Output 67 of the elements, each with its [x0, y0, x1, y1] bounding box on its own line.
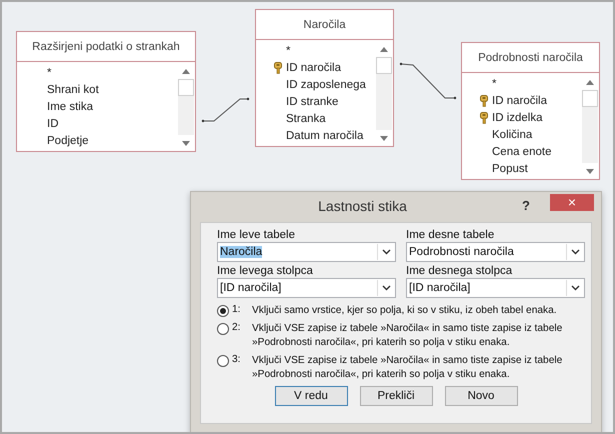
field-name[interactable]: Stranka — [286, 112, 326, 124]
dialog-button[interactable]: V redu — [274, 386, 348, 406]
dropdown-icon[interactable] — [382, 249, 390, 255]
combo-box[interactable]: Naročila — [217, 242, 396, 262]
dialog-button[interactable]: Novo — [444, 386, 518, 406]
table-title: Podrobnosti naročila — [462, 43, 599, 73]
key-icon — [274, 62, 282, 74]
dialog-button[interactable]: Prekliči — [360, 386, 432, 406]
option-text: Vključi samo vrstice, kjer so polja, ki so v stiku, iz obeh tabel enaka. — [252, 304, 557, 318]
field-name[interactable]: Količina — [492, 128, 532, 140]
field-label: Ime levega stolpca — [217, 265, 314, 277]
field-name[interactable]: ID naročila — [286, 62, 341, 74]
dropdown-icon[interactable] — [570, 285, 580, 291]
scroll-up-icon[interactable] — [586, 80, 594, 84]
field-name[interactable]: ID izdelka — [492, 112, 542, 124]
field-name[interactable]: Podjetje — [47, 134, 89, 146]
scrollbar[interactable] — [582, 74, 598, 179]
field-name[interactable]: ID naročila — [492, 94, 547, 106]
scroll-down-icon[interactable] — [380, 136, 388, 140]
help-button[interactable]: ? — [514, 198, 538, 213]
combo-box[interactable]: [ID naročila] — [217, 278, 396, 298]
scroll-thumb[interactable] — [582, 90, 598, 107]
field-name[interactable]: Cena enote — [492, 146, 552, 158]
combo-box[interactable]: [ID naročila] — [406, 278, 585, 298]
table-window[interactable]: Razširjeni podatki o strankah * Shrani kot Ime stika ID Podjetje — [16, 31, 196, 152]
scroll-down-icon[interactable] — [182, 140, 190, 146]
scroll-thumb[interactable] — [376, 57, 392, 74]
key-icon — [480, 94, 488, 106]
scroll-up-icon[interactable] — [182, 68, 190, 74]
option-number: 1: — [232, 304, 242, 315]
field-name[interactable]: Datum naročila — [286, 130, 364, 142]
option-text: Vključi VSE zapise iz tabele »Naročila« in samo tiste zapise iz tabele »Podrobnosti naročila«, pri katerih so polja v stiku enaka. — [252, 354, 564, 382]
key-icon — [480, 112, 488, 124]
scroll-thumb[interactable] — [178, 79, 194, 96]
dialog-title: Lastnosti stika — [317, 198, 408, 214]
option-text: Vključi VSE zapise iz tabele »Naročila« in samo tiste zapise iz tabele »Podrobnosti naročila«, pri katerih so polja v stiku enaka. — [252, 322, 564, 350]
table-window[interactable]: Podrobnosti naročila * ID naročila ID izdelka Količina Cena enote Popust — [461, 42, 600, 180]
scrollbar[interactable] — [376, 41, 392, 146]
field-name[interactable]: * — [47, 66, 52, 78]
option-number: 3: — [232, 354, 242, 365]
close-button[interactable]: × — [550, 194, 594, 211]
field-label: Ime desne tabele — [406, 229, 496, 241]
radio-button[interactable] — [217, 305, 229, 317]
combo-box[interactable]: Podrobnosti naročila — [406, 242, 585, 262]
radio-button[interactable] — [217, 323, 229, 335]
field-name[interactable]: * — [492, 78, 496, 90]
dropdown-icon[interactable] — [382, 285, 390, 291]
table-title: Razširjeni podatki o strankah — [17, 32, 195, 62]
join-line — [400, 62, 456, 100]
field-name[interactable]: ID — [47, 118, 58, 130]
join-line — [202, 98, 250, 122]
field-name[interactable]: * — [286, 44, 290, 56]
field-name[interactable]: Popust — [492, 162, 528, 174]
radio-button[interactable] — [217, 355, 229, 367]
table-title: Naročila — [256, 10, 393, 40]
scrollbar[interactable] — [178, 63, 194, 151]
scroll-down-icon[interactable] — [586, 168, 594, 174]
dropdown-icon[interactable] — [570, 249, 580, 255]
option-number: 2: — [232, 322, 242, 333]
field-name[interactable]: Shrani kot — [47, 84, 99, 96]
table-window[interactable]: Naročila * ID naročila ID zaposlenega ID stranke Stranka Datum naročila — [255, 9, 394, 147]
field-name[interactable]: ID stranke — [286, 96, 338, 108]
field-label: Ime leve tabele — [217, 229, 296, 241]
scroll-up-icon[interactable] — [380, 46, 388, 52]
field-label: Ime desnega stolpca — [406, 265, 514, 277]
field-name[interactable]: Ime stika — [47, 100, 94, 112]
field-name[interactable]: ID zaposlenega — [286, 78, 366, 90]
